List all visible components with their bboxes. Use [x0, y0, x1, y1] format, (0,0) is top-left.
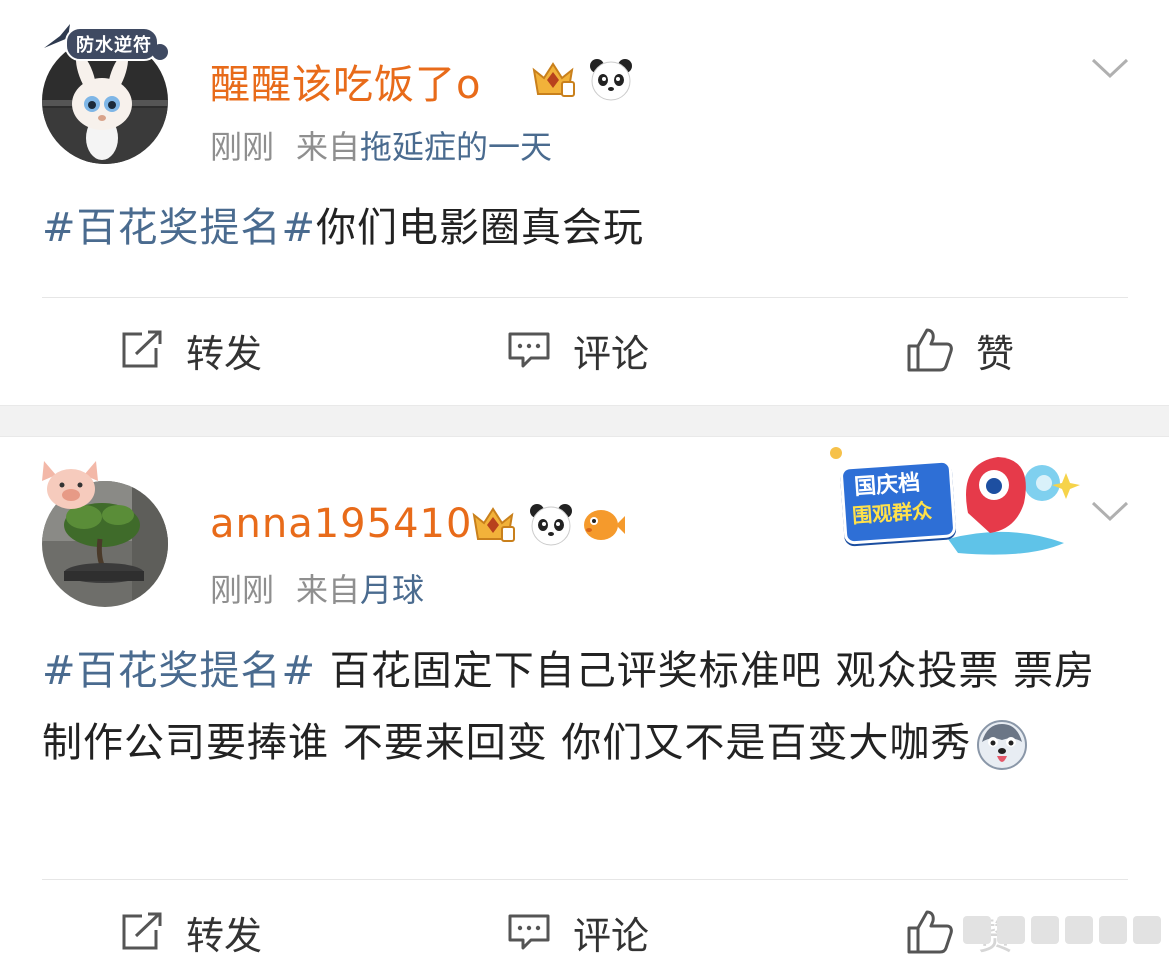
post-content: #百花奖提名#你们电影圈真会玩 [42, 192, 1132, 264]
avatar-pendant: 防水逆符 [40, 18, 172, 72]
national-day-sticker[interactable]: 国庆档 围观群众 [828, 443, 1084, 559]
post-text: 你们电影圈真会玩 [316, 205, 645, 251]
comment-button[interactable]: 评论 [507, 322, 649, 378]
comment-button[interactable]: 评论 [507, 904, 649, 960]
chevron-down-icon[interactable] [1089, 54, 1131, 82]
pufferfish-badge-icon[interactable] [580, 501, 626, 547]
post-time: 刚刚 [210, 571, 275, 609]
vip-crown-badge-icon[interactable] [470, 501, 516, 547]
vip-crown-badge-icon[interactable] [530, 56, 576, 102]
repost-button[interactable]: 转发 [120, 904, 262, 960]
like-label: 赞 [976, 331, 1015, 376]
post-source[interactable]: 拖延症的一天 [360, 128, 552, 166]
pig-pendant-icon [34, 457, 108, 521]
panda-badge-icon[interactable] [588, 56, 634, 102]
username[interactable]: 醒醒该吃饭了o [210, 52, 481, 110]
divider [42, 879, 1128, 880]
sticker-text-line2: 围观群众 [851, 498, 933, 528]
comment-label: 评论 [573, 913, 650, 958]
comment-label: 评论 [573, 331, 650, 376]
like-button[interactable]: 赞 [906, 322, 1014, 378]
repost-label: 转发 [186, 331, 263, 376]
source-prefix: 来自 [296, 571, 361, 609]
repost-icon [122, 912, 162, 950]
repost-label: 转发 [186, 913, 263, 958]
source-prefix: 来自 [296, 128, 361, 166]
husky-emoji-icon [977, 720, 1028, 770]
comment-icon [508, 332, 550, 368]
repost-button[interactable]: 转发 [120, 322, 262, 378]
panda-badge-icon[interactable] [528, 501, 574, 547]
thumbs-up-icon [907, 910, 953, 954]
thumbs-up-icon [907, 328, 953, 372]
post-separator [0, 405, 1169, 437]
topic-link[interactable]: #百花奖提名# [42, 205, 316, 251]
post-content: #百花奖提名# 百花固定下自己评奖标准吧 观众投票 票房 制作公司要捧谁 不要来… [42, 635, 1132, 779]
divider [42, 297, 1128, 298]
repost-icon [122, 330, 162, 368]
username[interactable]: anna195410 [210, 501, 472, 547]
weibo-post-1: 防水逆符 醒醒该吃饭了o 刚刚来自拖延症的一天 #百花奖提名#你们电影圈真会玩 [0, 0, 1169, 405]
post-meta: 刚刚 来自月球 [210, 565, 424, 611]
weibo-post-2: anna195410 刚刚 来自月球 国庆档 围观群众 #百花奖提名# 百花固定… [0, 437, 1169, 967]
post-time: 刚刚 [210, 128, 275, 166]
chevron-down-icon[interactable] [1089, 497, 1131, 525]
pendant-text: 防水逆符 [76, 35, 152, 56]
comment-icon [508, 914, 550, 950]
watermark-overlay [955, 905, 1165, 955]
post-meta: 刚刚 来自拖延症的一天 [210, 122, 552, 168]
topic-link[interactable]: #百花奖提名# [42, 648, 316, 694]
post-source[interactable]: 月球 [360, 571, 424, 609]
